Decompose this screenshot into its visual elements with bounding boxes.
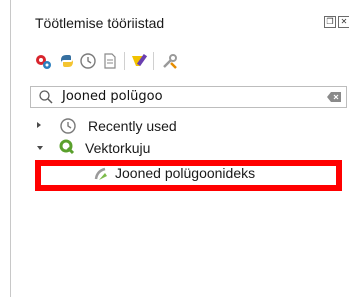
tree-item-vector-geometry[interactable]: Vektorkuju [85, 140, 150, 156]
toolbar-separator [124, 52, 125, 70]
options-icon[interactable] [161, 52, 179, 70]
close-panel-button[interactable]: ✕ [338, 16, 349, 28]
search-icon [39, 90, 53, 104]
search-input-value: Jooned polügoo [62, 89, 163, 104]
toolbar-separator [153, 52, 154, 70]
panel-left-border [10, 0, 11, 297]
edit-features-icon[interactable] [130, 52, 148, 70]
history-icon[interactable] [79, 52, 97, 70]
clear-search-icon[interactable] [327, 92, 341, 102]
qgis-icon [59, 139, 75, 155]
models-icon[interactable] [34, 52, 52, 70]
highlight-box [35, 160, 342, 191]
float-panel-button[interactable]: ❐ [324, 16, 336, 28]
collapse-arrow-icon[interactable] [36, 144, 44, 152]
python-icon[interactable] [58, 52, 76, 70]
recently-used-icon [60, 118, 76, 134]
expand-arrow-icon[interactable] [35, 121, 43, 129]
processing-toolbox-panel: Töötlemise tööriistad ❐ ✕ Jooned polügoo [0, 0, 349, 297]
panel-title: Töötlemise tööriistad [35, 15, 165, 31]
tree-item-recently-used[interactable]: Recently used [88, 118, 177, 134]
results-icon[interactable] [101, 52, 119, 70]
